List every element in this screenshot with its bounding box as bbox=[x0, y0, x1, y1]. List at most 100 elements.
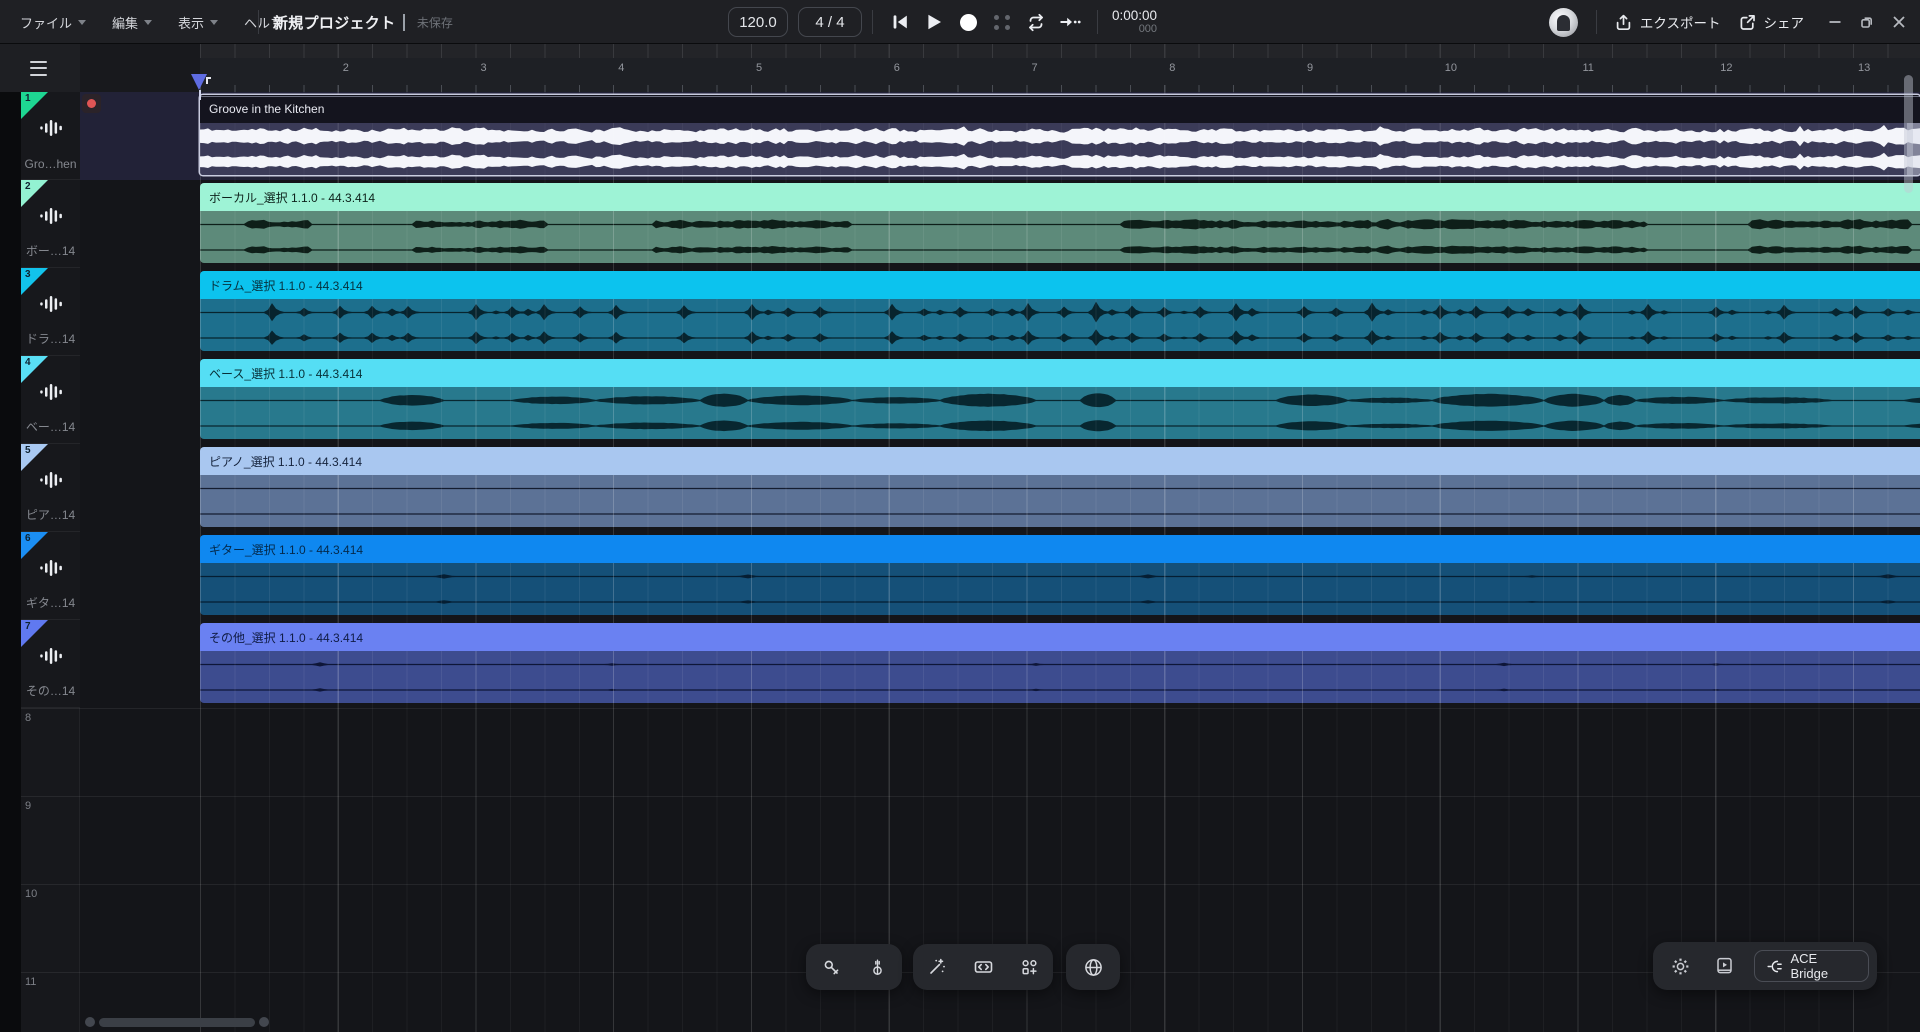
clip-title: ピアノ_選択 1.1.0 - 44.3.414 bbox=[200, 447, 1920, 475]
ace-bridge-button[interactable]: ACE Bridge bbox=[1754, 950, 1869, 982]
globe-icon bbox=[1084, 958, 1102, 976]
skip-start-button[interactable] bbox=[883, 5, 917, 39]
record-arm-button[interactable] bbox=[82, 94, 101, 113]
magic-wand-button[interactable] bbox=[915, 945, 959, 989]
track-number: 4 bbox=[25, 357, 31, 368]
audio-clip[interactable]: その他_選択 1.1.0 - 44.3.414 bbox=[200, 623, 1920, 703]
clip-waveform-area bbox=[200, 299, 1920, 351]
tutorial-button[interactable] bbox=[1704, 944, 1747, 988]
save-status: 未保存 bbox=[416, 15, 453, 30]
language-button[interactable] bbox=[1071, 945, 1115, 989]
track-header[interactable]: 7 その…14 bbox=[21, 620, 80, 708]
track-header[interactable]: 2 ボー…14 bbox=[21, 180, 80, 268]
close-icon[interactable] bbox=[1892, 15, 1906, 29]
track-number: 1 bbox=[25, 93, 31, 104]
play-button[interactable] bbox=[917, 5, 951, 39]
title-caret bbox=[403, 13, 405, 31]
ace-bridge-label: ACE Bridge bbox=[1790, 951, 1829, 981]
project-title[interactable]: 新規プロジェクト bbox=[273, 12, 395, 33]
audio-clip[interactable]: ボーカル_選択 1.1.0 - 44.3.414 bbox=[200, 183, 1920, 263]
audio-clip[interactable]: ドラム_選択 1.1.0 - 44.3.414 bbox=[200, 271, 1920, 351]
instrument-button[interactable] bbox=[855, 945, 899, 989]
track-header[interactable]: 6 ギタ…14 bbox=[21, 532, 80, 620]
hscroll-left-handle[interactable] bbox=[85, 1017, 95, 1027]
bar-number: 10 bbox=[1444, 62, 1457, 74]
track-number: 6 bbox=[25, 533, 31, 544]
tempo-display[interactable]: 120.0 bbox=[728, 7, 788, 37]
clip-waveform-area bbox=[200, 563, 1920, 615]
minimize-icon[interactable] bbox=[1828, 15, 1842, 29]
bar-ruler[interactable]: 2 3 4 5 6 7 8 9 10 11 12 13 bbox=[200, 58, 1920, 92]
loop-button[interactable] bbox=[1019, 5, 1053, 39]
vertical-scrollbar[interactable] bbox=[1904, 75, 1913, 193]
track-header[interactable]: 3 ドラ…14 bbox=[21, 268, 80, 356]
mic-button[interactable] bbox=[809, 945, 853, 989]
record-button[interactable] bbox=[951, 5, 985, 39]
track-header[interactable]: 4 ベー…14 bbox=[21, 356, 80, 444]
hscroll-right-handle[interactable] bbox=[259, 1017, 269, 1027]
menu-edit[interactable]: 編集 bbox=[112, 13, 153, 32]
top-toolbar: ファイル編集表示ヘルプ 新規プロジェクト 未保存 120.0 4 / 4 bbox=[0, 0, 1920, 44]
waveform-icon bbox=[39, 120, 62, 136]
sample-box-button[interactable] bbox=[961, 945, 1005, 989]
track-header[interactable]: 5 ピア…14 bbox=[21, 444, 80, 532]
time-signature-display[interactable]: 4 / 4 bbox=[798, 7, 862, 37]
track-header[interactable]: 1 Gro…hen bbox=[21, 92, 80, 180]
utility-pill: ACE Bridge bbox=[1653, 942, 1877, 990]
track-name: ピア…14 bbox=[25, 508, 76, 522]
clip-waveform-area bbox=[200, 387, 1920, 439]
empty-row-number: 10 bbox=[25, 888, 38, 900]
audio-clip[interactable]: Groove in the Kitchen bbox=[200, 95, 1920, 175]
clip-title: ボーカル_選択 1.1.0 - 44.3.414 bbox=[200, 183, 1920, 211]
empty-track-row[interactable]: 9 bbox=[21, 796, 1920, 884]
clip-title: ドラム_選択 1.1.0 - 44.3.414 bbox=[200, 271, 1920, 299]
bar-number: 12 bbox=[1720, 62, 1733, 74]
tutorial-icon bbox=[1717, 957, 1733, 974]
clip-title: その他_選択 1.1.0 - 44.3.414 bbox=[200, 623, 1920, 651]
loop-region-strip[interactable] bbox=[200, 44, 1920, 58]
waveform-icon bbox=[39, 560, 62, 576]
menu-file[interactable]: ファイル bbox=[20, 13, 87, 32]
transport-divider-2 bbox=[1097, 10, 1098, 34]
track-name: ドラ…14 bbox=[25, 332, 76, 346]
bar-number: 6 bbox=[893, 62, 900, 74]
window-controls bbox=[1828, 15, 1906, 29]
share-button[interactable]: シェア bbox=[1739, 12, 1805, 32]
time-sub: 000 bbox=[1138, 23, 1158, 36]
audio-clip[interactable]: ベース_選択 1.1.0 - 44.3.414 bbox=[200, 359, 1920, 439]
export-icon bbox=[1616, 14, 1631, 30]
time-display[interactable]: 0:00:00 000 bbox=[1112, 8, 1157, 36]
toolbar-divider bbox=[258, 10, 259, 34]
hscroll-thumb[interactable] bbox=[99, 1017, 255, 1027]
export-button[interactable]: エクスポート bbox=[1615, 12, 1721, 32]
restore-icon[interactable] bbox=[1860, 15, 1874, 29]
clip-grid-overlay bbox=[200, 651, 1920, 703]
clip-grid-overlay bbox=[200, 299, 1920, 351]
track-number: 3 bbox=[25, 269, 31, 280]
bar-number: 9 bbox=[1307, 62, 1314, 74]
clip-waveform-area bbox=[200, 211, 1920, 263]
timeline-ruler[interactable]: 2 3 4 5 6 7 8 9 10 11 12 13 bbox=[200, 44, 1920, 92]
pads-button[interactable] bbox=[985, 5, 1019, 39]
menu-label: 編集 bbox=[112, 15, 139, 31]
audio-clip[interactable]: ピアノ_選択 1.1.0 - 44.3.414 bbox=[200, 447, 1920, 527]
playhead-stem bbox=[199, 90, 201, 100]
hamburger-menu-button[interactable] bbox=[30, 60, 47, 76]
audio-clip[interactable]: ギター_選択 1.1.0 - 44.3.414 bbox=[200, 535, 1920, 615]
sample-box-icon bbox=[974, 961, 992, 973]
empty-row-number: 11 bbox=[25, 976, 37, 988]
menu-view[interactable]: 表示 bbox=[178, 13, 219, 32]
share-label: シェア bbox=[1763, 16, 1805, 31]
add-elements-button[interactable] bbox=[1007, 945, 1051, 989]
clip-title: ギター_選択 1.1.0 - 44.3.414 bbox=[200, 535, 1920, 563]
follow-playhead-button[interactable] bbox=[1053, 5, 1087, 39]
empty-track-row[interactable]: 8 bbox=[21, 708, 1920, 796]
playhead-marker[interactable] bbox=[191, 74, 207, 90]
arrangement-area: 2 3 4 5 6 7 8 9 10 11 12 13 1 Gro…hen 2 ボー…14 3 ドラ…14 4 ベー… bbox=[0, 44, 1920, 1032]
avatar[interactable] bbox=[1548, 7, 1578, 37]
toolbar-right-group: エクスポート シェア bbox=[1548, 0, 1906, 44]
horizontal-scrollbar[interactable] bbox=[85, 1017, 269, 1027]
right-divider bbox=[1595, 10, 1597, 34]
settings-button[interactable] bbox=[1659, 944, 1702, 988]
loop-icon bbox=[1029, 13, 1043, 31]
